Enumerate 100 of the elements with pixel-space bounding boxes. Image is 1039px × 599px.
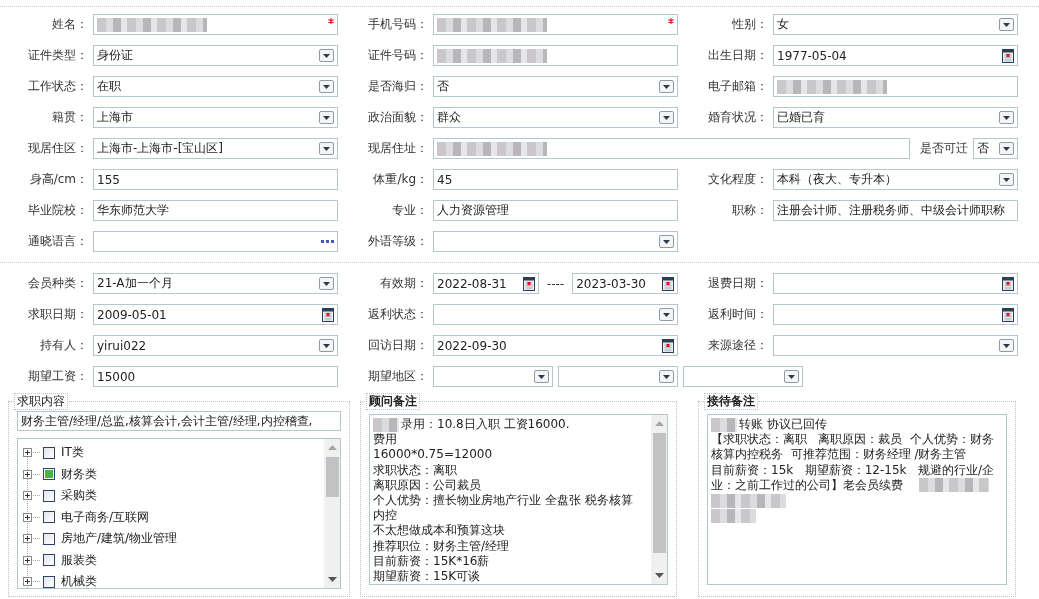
caret-icon[interactable] — [999, 142, 1014, 155]
caret-icon[interactable] — [659, 235, 674, 248]
notes-textarea[interactable]: 转账 协议已回传 【求职状态：离职 离职原因：裁员 个人优势：财务 核算内控税务 可推荐范围：财务经理 /财务主管 目前薪资：15k 期望薪资：12-15k 规避的行业/企 业：之前工作过的公司】老会员续费 — [707, 414, 1007, 585]
lookup-field[interactable] — [93, 231, 338, 252]
category-label[interactable]: 服装类 — [61, 551, 97, 569]
checkbox[interactable] — [43, 575, 55, 588]
date-field[interactable]: 1977-05-04 — [773, 45, 1018, 66]
caret-icon[interactable] — [319, 277, 334, 290]
notes-textarea[interactable]: 录用：10.8日入职 工资16000. 费用 16000*0.75=12000 求职状态：离职 离职原因：公司裁员 个人优势：擅长物业房地产行业 全盘张 税务核算 内控 不太想做成本和预算这块 推荐职位：财务主管/经理 目前薪资：15K*16薪 期望薪资：15K可谈 — [369, 414, 668, 585]
dropdown-field[interactable]: 身份证 — [93, 45, 338, 66]
expand-icon[interactable] — [23, 448, 32, 458]
field-label: 返利状态： — [367, 306, 428, 323]
panel-title: 顾问备注 — [366, 393, 420, 410]
caret-icon[interactable] — [659, 370, 674, 383]
category-label[interactable]: 采购类 — [61, 487, 97, 505]
calendar-icon[interactable] — [322, 307, 334, 322]
dropdown-field[interactable] — [683, 366, 803, 387]
caret-icon[interactable] — [534, 370, 549, 383]
caret-icon[interactable] — [999, 339, 1014, 352]
caret-icon[interactable] — [319, 80, 334, 93]
category-label[interactable]: 电子商务/互联网 — [61, 508, 150, 526]
calendar-icon[interactable] — [1002, 307, 1014, 322]
scrollbar-thumb[interactable] — [652, 433, 666, 553]
dropdown-field[interactable]: 女 — [773, 14, 1018, 35]
calendar-icon[interactable] — [662, 276, 674, 291]
calendar-icon[interactable] — [1002, 48, 1014, 63]
caret-icon[interactable] — [319, 142, 334, 155]
text-field[interactable]: 注册会计师、注册税务师、中级会计师职称 — [773, 200, 1018, 221]
note-line: 转账 协议已回传 — [739, 417, 827, 433]
caret-icon[interactable] — [659, 308, 674, 321]
dropdown-field[interactable]: 否 — [973, 138, 1018, 159]
caret-icon[interactable] — [784, 370, 799, 383]
text-field[interactable]: 人力资源管理 — [433, 200, 678, 221]
category-label[interactable]: 房地产/建筑/物业管理 — [61, 530, 178, 548]
scroll-down-icon[interactable] — [327, 577, 337, 583]
caret-icon[interactable] — [659, 80, 674, 93]
dropdown-field[interactable] — [558, 366, 678, 387]
caret-icon[interactable] — [999, 173, 1014, 186]
text-field[interactable]: 华东师范大学 — [93, 200, 338, 221]
expand-icon[interactable] — [23, 469, 32, 479]
dropdown-field[interactable]: 上海市 — [93, 107, 338, 128]
dropdown-field[interactable]: 已婚已育 — [773, 107, 1018, 128]
more-icon[interactable] — [321, 239, 334, 244]
calendar-icon[interactable] — [1002, 276, 1014, 291]
dropdown-field[interactable]: 在职 — [93, 76, 338, 97]
dropdown-field[interactable]: 上海市-上海市-[宝山区] — [93, 138, 338, 159]
date-field[interactable] — [773, 273, 1018, 294]
category-label[interactable]: 财务类 — [61, 465, 97, 483]
summary-field[interactable]: 财务主管/经理/总监,核算会计,会计主管/经理,内控稽查, — [17, 411, 341, 431]
text-field[interactable]: 155 — [93, 169, 338, 190]
category-label[interactable]: IT类 — [61, 444, 84, 462]
checkbox[interactable] — [43, 532, 55, 545]
text-field[interactable] — [773, 76, 1018, 97]
text-field[interactable] — [433, 14, 678, 35]
dropdown-field[interactable]: 否 — [433, 76, 678, 97]
expand-icon[interactable] — [23, 534, 32, 544]
dropdown-field[interactable] — [433, 304, 678, 325]
date-field[interactable]: 2009-05-01 — [93, 304, 338, 325]
expand-icon[interactable] — [23, 512, 32, 522]
expand-icon[interactable] — [23, 577, 32, 587]
text-field[interactable]: 15000 — [93, 366, 338, 387]
field-label: 返利时间： — [707, 306, 768, 323]
caret-icon[interactable] — [659, 111, 674, 124]
caret-icon[interactable] — [999, 18, 1014, 31]
field-label: 求职日期： — [27, 306, 88, 323]
note-line: 期望薪资：15K可谈 — [373, 568, 481, 584]
checkbox[interactable] — [43, 446, 55, 459]
expand-icon[interactable] — [23, 555, 32, 565]
dropdown-field[interactable]: 21-A加一个月 — [93, 273, 338, 294]
caret-icon[interactable] — [319, 49, 334, 62]
scrollbar-thumb[interactable] — [325, 457, 339, 497]
date-field[interactable]: 2022-09-30 — [433, 335, 678, 356]
dropdown-field[interactable] — [433, 231, 678, 252]
text-field[interactable] — [93, 14, 338, 35]
scrollbar[interactable] — [651, 415, 667, 584]
field-label: 工作状态： — [27, 78, 88, 95]
caret-icon[interactable] — [319, 339, 334, 352]
scroll-down-icon[interactable] — [654, 573, 664, 579]
date-field[interactable] — [773, 304, 1018, 325]
caret-icon[interactable] — [319, 111, 334, 124]
checkbox[interactable] — [43, 468, 55, 481]
text-field[interactable] — [433, 138, 910, 159]
dropdown-field[interactable]: 本科（夜大、专升本） — [773, 169, 1018, 190]
scrollbar[interactable] — [324, 439, 340, 588]
checkbox[interactable] — [43, 511, 55, 524]
calendar-icon[interactable] — [522, 276, 535, 291]
dropdown-field[interactable]: 群众 — [433, 107, 678, 128]
dropdown-field[interactable]: yirui022 — [93, 335, 338, 356]
dropdown-field[interactable] — [773, 335, 1018, 356]
dropdown-field[interactable] — [433, 366, 553, 387]
date-field[interactable]: 2023-03-30 — [572, 273, 678, 294]
category-label[interactable]: 机械类 — [61, 573, 97, 588]
calendar-icon[interactable] — [662, 338, 674, 353]
checkbox[interactable] — [43, 554, 55, 567]
date-field[interactable]: 2022-08-31 — [433, 273, 539, 294]
checkbox[interactable] — [43, 489, 55, 502]
caret-icon[interactable] — [999, 111, 1014, 124]
text-field[interactable] — [433, 45, 678, 66]
expand-icon[interactable] — [23, 491, 32, 501]
text-field[interactable]: 45 — [433, 169, 678, 190]
